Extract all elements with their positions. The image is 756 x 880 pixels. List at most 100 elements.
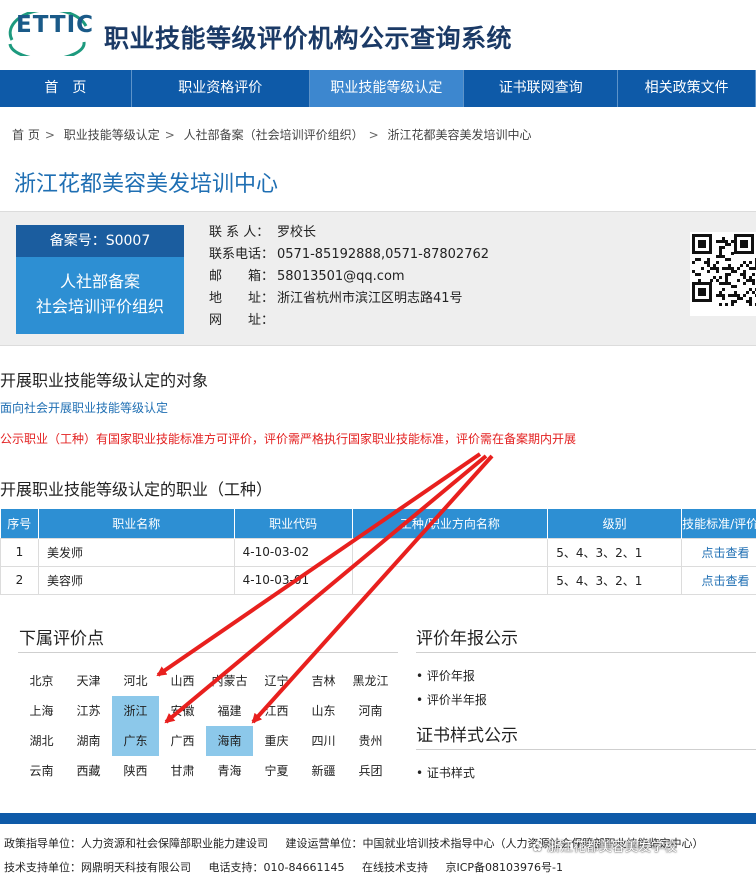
divider [416,652,756,653]
province-item[interactable]: 山西 [159,666,206,696]
site-header: ETTIC 职业技能等级评价机构公示查询系统 [0,0,756,70]
province-item[interactable]: 湖南 [65,726,112,756]
province-item[interactable]: 贵州 [347,726,394,756]
cert-style-title: 证书样式公示 [416,726,518,746]
province-item[interactable]: 河北 [112,666,159,696]
org-type-badge: 人社部备案 社会培训评价组织 [16,257,184,334]
annual-report-list: • 评价年报 • 评价半年报 [416,664,487,712]
occupations-title: 开展职业技能等级认定的职业（工种） [0,480,273,499]
breadcrumb: 首 页 > 职业技能等级认定 > 人社部备案（社会培训评价组织） > 浙江花都美容美发… [12,128,532,142]
province-item[interactable]: 黑龙江 [347,666,394,696]
nav-vocational-qualification[interactable]: 职业资格评价 [132,70,310,107]
site-title: 职业技能等级评价机构公示查询系统 [104,24,513,53]
view-standard-link[interactable]: 点击查看 [702,546,750,560]
qr-code-icon [690,232,756,316]
annual-report-link[interactable]: • 评价年报 [416,664,487,688]
province-item[interactable]: 广西 [159,726,206,756]
cell-name: 美发师 [37,537,235,567]
province-item[interactable]: 四川 [300,726,347,756]
half-year-report-link[interactable]: • 评价半年报 [416,688,487,712]
province-item[interactable]: 陕西 [112,756,159,786]
province-item[interactable]: 新疆 [300,756,347,786]
logo-text: ETTIC [16,12,95,38]
province-item[interactable]: 河南 [347,696,394,726]
sites-title: 下属评价点 [19,629,104,649]
breadcrumb-home[interactable]: 首 页 [12,128,40,142]
breadcrumb-current: 浙江花都美容美发培训中心 [387,128,532,142]
cell-name: 美容师 [37,565,235,595]
cert-style-link[interactable]: • 证书样式 [416,761,475,785]
breadcrumb-mohrss-record[interactable]: 人社部备案（社会培训评价组织） [184,128,364,142]
watermark-text: 浙江花都美容美发学校 [547,840,678,855]
org-info-panel: 备案号：S0007 人社部备案 社会培训评价组织 联 系 人： 罗校长 联系电话： 0… [0,211,756,346]
record-number-badge: 备案号：S0007 [16,225,184,257]
table-header-row: 序号 职业名称 职业代码 工种/职业方向名称 级别 技能标准/评价 [0,509,756,538]
province-item[interactable]: 辽宁 [253,666,300,696]
cell-level: 5、4、3、2、1 [547,565,683,595]
province-item[interactable]: 甘肃 [159,756,206,786]
nav-skill-level-cert[interactable]: 职业技能等级认定 [309,70,465,107]
contact-address: 地 址： 浙江省杭州市滨江区明志路41号 [209,288,489,310]
org-type-line2: 社会培训评价组织 [35,297,164,316]
contact-person: 联 系 人： 罗校长 [209,222,489,244]
contact-value: 罗校长 [277,225,317,240]
breadcrumb-skill-cert[interactable]: 职业技能等级认定 [64,128,160,142]
cell-code: 4-10-03-02 [233,537,353,567]
cert-style-list: • 证书样式 [416,761,475,785]
province-item[interactable]: 西藏 [65,756,112,786]
province-item[interactable]: 湖北 [18,726,65,756]
province-item[interactable]: 广东 [112,726,159,756]
wechat-icon: ✿ [532,840,543,855]
scope-warning: 公示职业（工种）有国家职业技能标准方可评价，评价需严格执行国家职业技能标准，评价… [0,432,577,446]
cell-direction [351,537,549,567]
province-grid: 北京 天津 河北 山西 内蒙古 辽宁 吉林 黑龙江上海 江苏 浙江 安徽 福建 江西 山东 河南湖北 湖南 广东… [18,666,394,786]
province-item[interactable]: 兵团 [347,756,394,786]
contact-value: 58013501@qq.com [277,269,405,284]
cell-no: 1 [0,537,39,567]
divider [18,652,398,653]
annual-report-title: 评价年报公示 [416,629,518,649]
province-item[interactable]: 福建 [206,696,253,726]
contact-email: 邮 箱： 58013501@qq.com [209,266,489,288]
divider [416,749,756,750]
province-item[interactable]: 海南 [206,726,253,756]
province-item[interactable]: 云南 [18,756,65,786]
cell-code: 4-10-03-01 [233,565,353,595]
nav-cert-query[interactable]: 证书联网查询 [464,70,619,107]
main-nav: 首 页职业资格评价 职业技能等级认定 证书联网查询 相关政策文件 [0,70,756,107]
table-row: 2 美容师 4-10-03-01 5、4、3、2、1 点击查看 [0,565,756,595]
footer-online-support[interactable]: 在线技术支持 [362,861,428,874]
province-item[interactable]: 山东 [300,696,347,726]
cell-direction [351,565,549,595]
contact-value: 0571-85192888,0571-87802762 [277,247,490,262]
table-row: 1 美发师 4-10-03-02 5、4、3、2、1 点击查看 [0,537,756,567]
occupation-table: 序号 职业名称 职业代码 工种/职业方向名称 级别 技能标准/评价 1 美发师 … [0,509,756,595]
province-item[interactable]: 宁夏 [253,756,300,786]
footer-policy-unit: 政策指导单位：人力资源和社会保障部职业能力建设司 [4,837,268,850]
org-type-line1: 人社部备案 [59,272,140,291]
province-item[interactable]: 青海 [206,756,253,786]
province-item[interactable]: 天津 [65,666,112,696]
contact-list: 联 系 人： 罗校长 联系电话： 0571-85192888,0571-8780276… [209,222,489,332]
province-item[interactable]: 吉林 [300,666,347,696]
province-item[interactable]: 浙江 [112,696,159,726]
nav-home[interactable]: 首 页 [0,70,132,107]
contact-phone: 联系电话： 0571-85192888,0571-87802762 [209,244,489,266]
view-standard-link[interactable]: 点击查看 [702,574,750,588]
nav-policy-docs[interactable]: 相关政策文件 [618,70,756,107]
contact-label: 联系电话： [209,247,275,262]
province-item[interactable]: 内蒙古 [206,666,253,696]
cell-no: 2 [0,565,39,595]
footer-bar [0,813,756,824]
col-header-name: 职业名称 [38,509,235,538]
province-item[interactable]: 江西 [253,696,300,726]
province-item[interactable]: 上海 [18,696,65,726]
province-item[interactable]: 北京 [18,666,65,696]
watermark: ✿ 浙江花都美容美发学校 [532,836,677,855]
province-item[interactable]: 江苏 [65,696,112,726]
col-header-no: 序号 [0,509,39,538]
contact-label: 邮 箱： [209,269,275,284]
col-header-standard: 技能标准/评价 [681,509,756,538]
province-item[interactable]: 重庆 [253,726,300,756]
province-item[interactable]: 安徽 [159,696,206,726]
